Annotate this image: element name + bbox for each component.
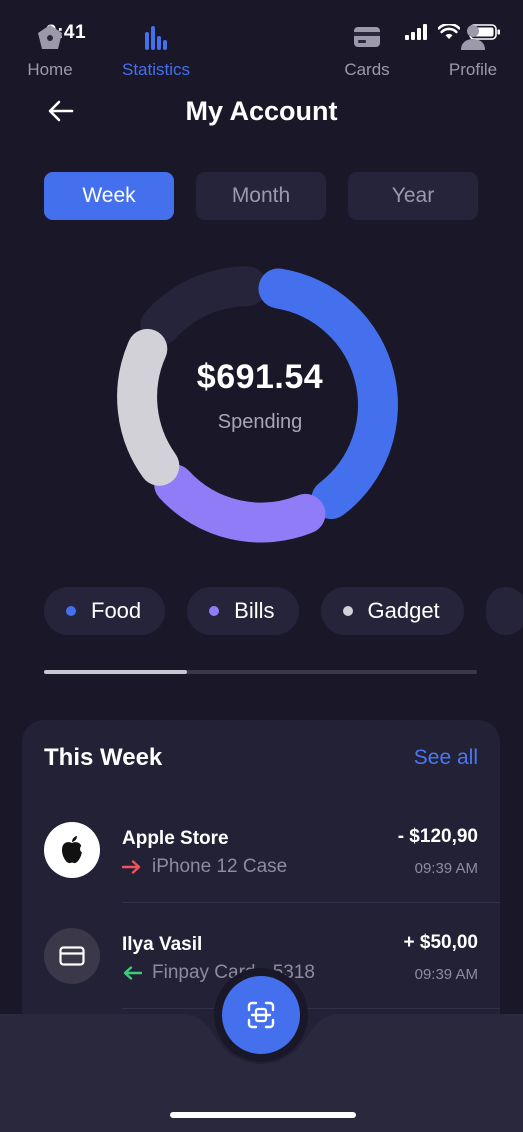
- divider: [122, 902, 500, 903]
- transaction-detail: iPhone 12 Case: [122, 856, 287, 878]
- transaction-detail-text: Finpay Card • 5318: [152, 962, 315, 983]
- transaction-detail-text: iPhone 12 Case: [152, 856, 288, 877]
- chip-bills[interactable]: Bills: [187, 587, 299, 635]
- chip-gadget[interactable]: Gadget: [320, 587, 464, 635]
- tab-year[interactable]: Year: [348, 172, 478, 220]
- transaction-name: Ilya Vasil: [122, 934, 203, 955]
- gadget-dot-icon: [342, 606, 353, 616]
- tab-month[interactable]: Month: [196, 172, 326, 220]
- nav-statistics-label: Statistics: [121, 60, 191, 79]
- category-scroll-thumb[interactable]: [44, 670, 187, 674]
- nav-statistics[interactable]: Statistics: [106, 22, 206, 80]
- home-icon: [38, 25, 62, 49]
- nav-cards[interactable]: Cards: [317, 22, 417, 80]
- nav-home-label: Home: [27, 60, 73, 79]
- nav-profile[interactable]: Profile: [423, 22, 523, 80]
- spending-caption: Spending: [217, 411, 303, 433]
- card-icon: [44, 928, 100, 984]
- category-scroll-track[interactable]: [44, 670, 477, 674]
- header: My Account: [0, 82, 523, 142]
- food-dot-icon: [66, 606, 76, 616]
- chip-label: Bills: [234, 598, 275, 623]
- scan-icon: [247, 1001, 275, 1029]
- page-title: My Account: [185, 96, 338, 126]
- transaction-name: Apple Store: [122, 828, 229, 849]
- period-tabs: Week Month Year: [44, 172, 478, 220]
- apple-icon: [44, 822, 100, 878]
- chip-label: Food: [91, 598, 142, 623]
- category-chips: Food Bills Gadget: [44, 587, 523, 637]
- transaction-time: 09:39 AM: [414, 966, 478, 983]
- arrow-left-incoming-icon: [123, 966, 142, 980]
- tab-week[interactable]: Week: [44, 172, 174, 220]
- transaction-time: 09:39 AM: [414, 860, 478, 877]
- bills-dot-icon: [209, 606, 220, 616]
- see-all-link[interactable]: See all: [414, 746, 478, 770]
- home-indicator: [170, 1112, 356, 1118]
- bar-chart-icon: [145, 26, 167, 50]
- chip-label: Gadget: [367, 598, 440, 623]
- scan-button[interactable]: [222, 976, 300, 1054]
- transaction-row[interactable]: Apple Store iPhone 12 Case - $120,90 09:…: [22, 822, 500, 928]
- transaction-detail: Finpay Card • 5318: [122, 962, 315, 984]
- section-title: This Week: [44, 744, 163, 771]
- arrow-right-outgoing-icon: [122, 860, 141, 874]
- profile-icon: [461, 25, 485, 50]
- divider: [122, 1008, 500, 1009]
- cards-icon: [354, 27, 380, 47]
- chip-food[interactable]: Food: [44, 587, 166, 635]
- nav-profile-label: Profile: [448, 60, 498, 79]
- spending-amount: $691.54: [196, 358, 324, 396]
- nav-cards-label: Cards: [344, 60, 390, 79]
- transaction-amount: - $120,90: [397, 826, 478, 847]
- nav-home[interactable]: Home: [0, 22, 100, 80]
- transaction-amount: + $50,00: [403, 932, 479, 953]
- chip-partial[interactable]: [485, 587, 523, 635]
- donut-center: $691.54 Spending: [100, 245, 420, 565]
